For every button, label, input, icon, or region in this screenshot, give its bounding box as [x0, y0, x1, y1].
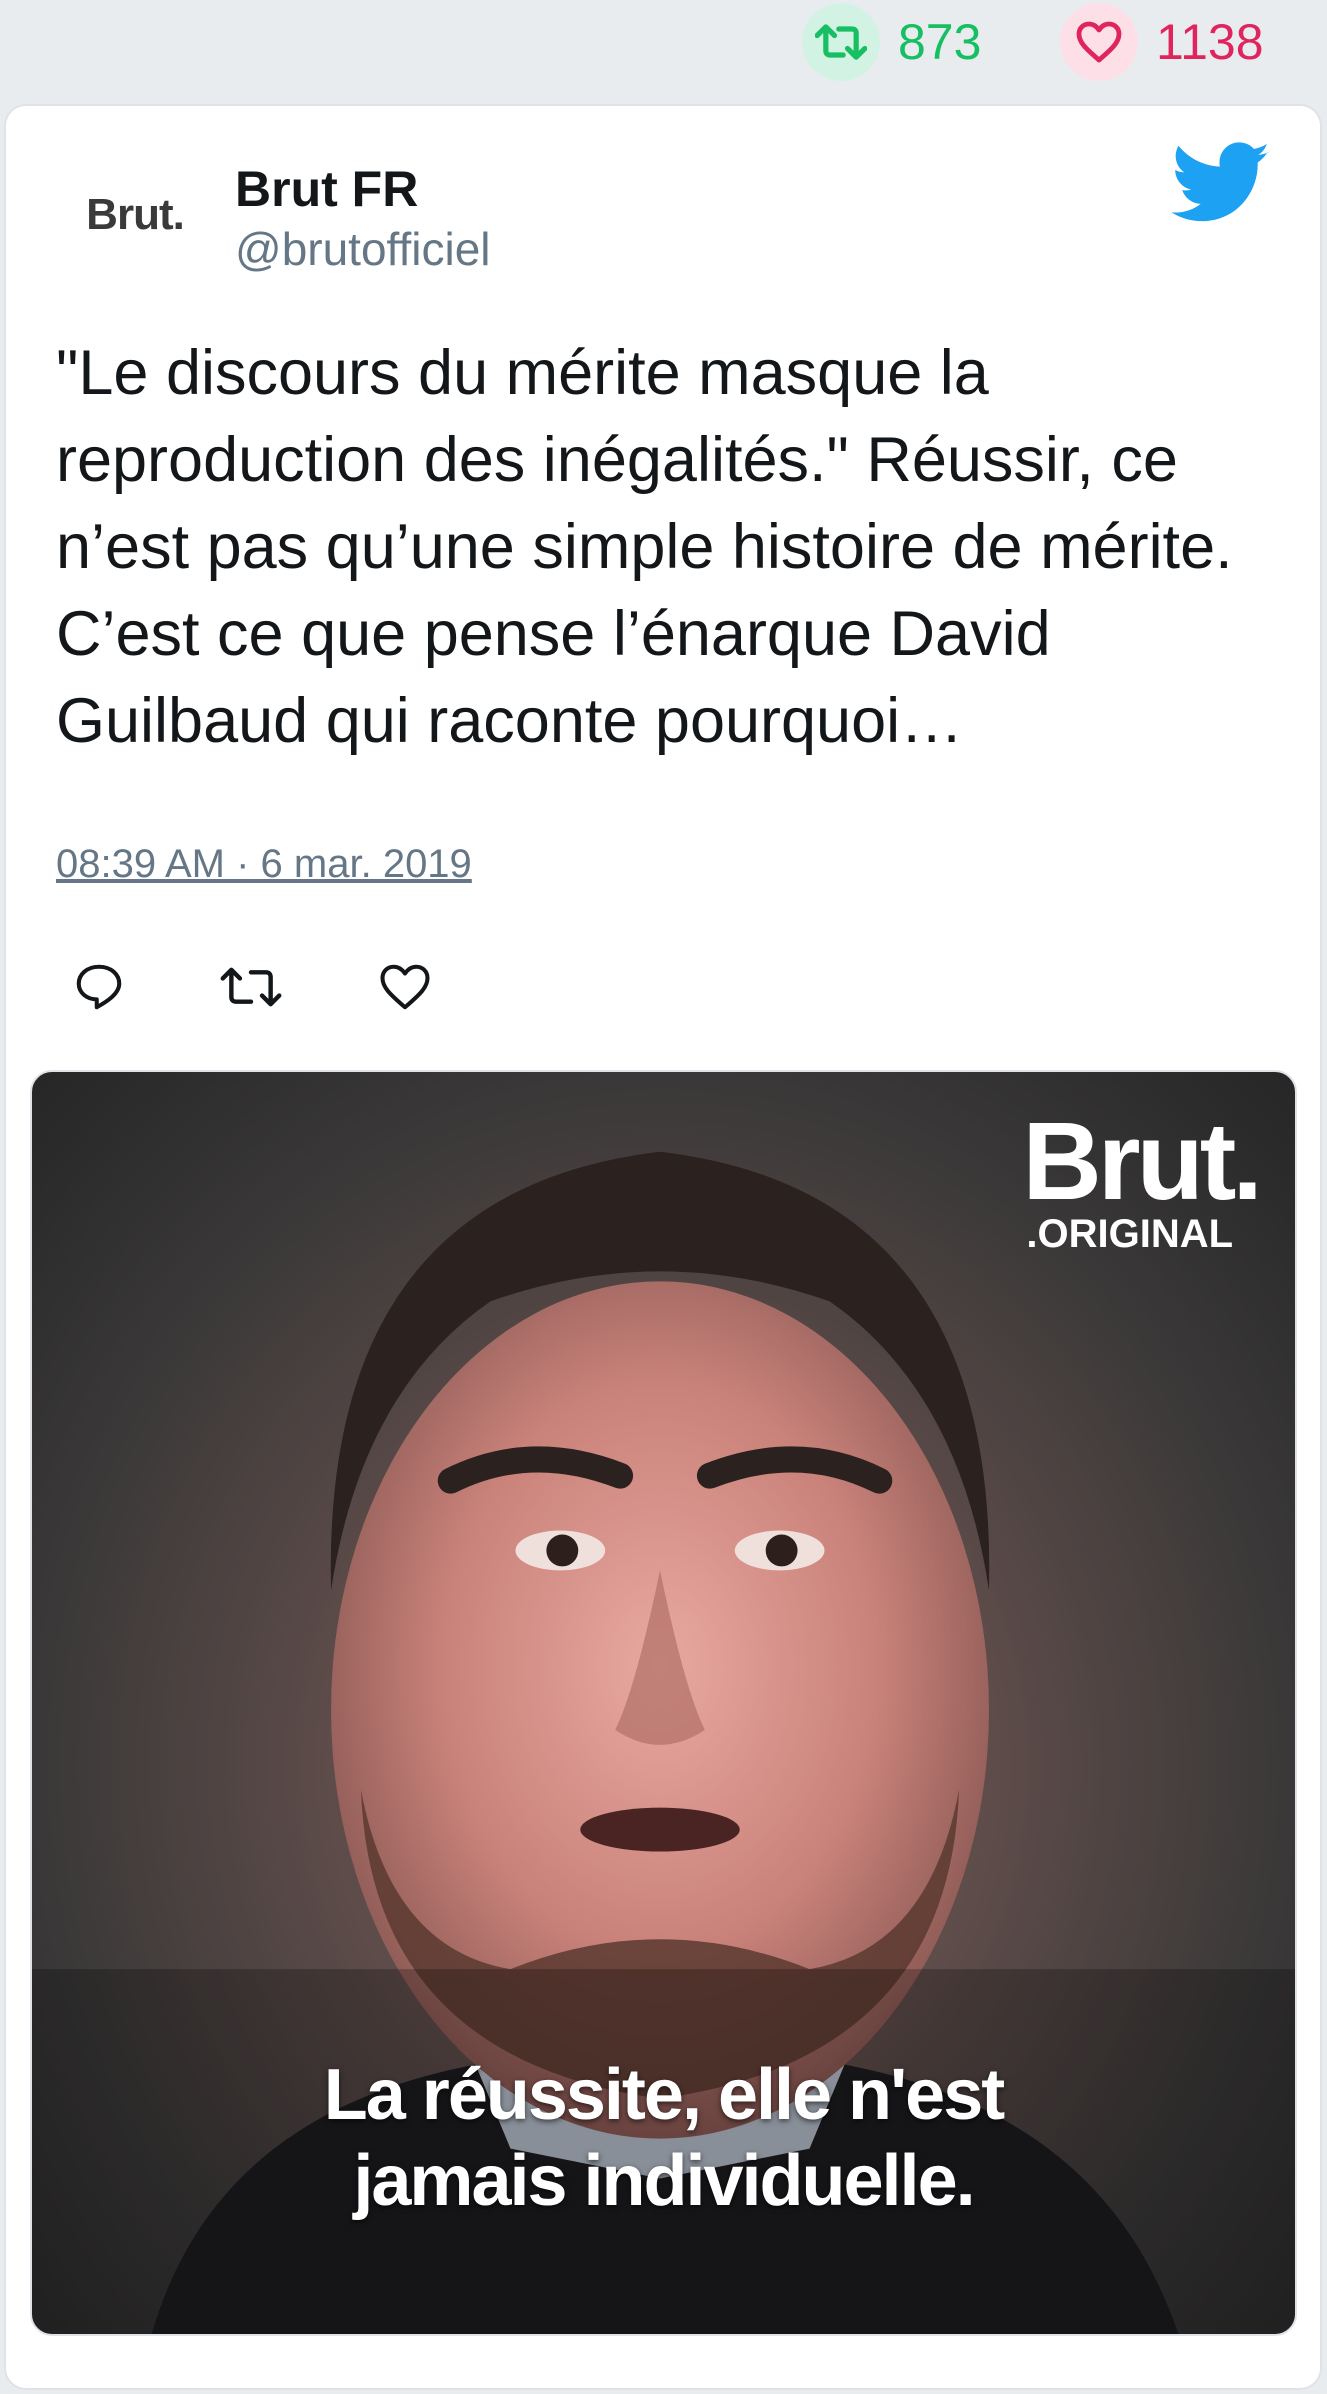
like-stat[interactable]: 1138	[1060, 2, 1264, 82]
like-icon	[380, 964, 430, 1010]
video-thumbnail[interactable]: Brut. .ORIGINAL La réussite, elle n'est …	[30, 1070, 1297, 2336]
video-caption: La réussite, elle n'est jamais individue…	[32, 2052, 1295, 2224]
twitter-bird-icon[interactable]	[1171, 142, 1272, 232]
caption-line-1: La réussite, elle n'est	[323, 2055, 1005, 2135]
heart-icon[interactable]	[1060, 3, 1138, 81]
user-handle[interactable]: @brutofficiel	[235, 222, 491, 276]
display-name[interactable]: Brut FR	[235, 160, 418, 218]
retweet-button[interactable]	[218, 960, 284, 1020]
reply-button[interactable]	[72, 960, 126, 1020]
caption-line-2: jamais individuelle.	[353, 2141, 975, 2221]
retweet-stat[interactable]: 873	[802, 2, 981, 82]
avatar-logo-text: Brut.	[86, 190, 185, 239]
reply-icon	[76, 964, 122, 1010]
brand-title: Brut.	[1022, 1100, 1263, 1223]
like-button[interactable]	[378, 960, 432, 1020]
retweet-count: 873	[898, 14, 982, 70]
retweet-icon	[220, 967, 282, 1007]
like-count: 1138	[1156, 14, 1264, 70]
tweet-text: "Le discours du mérite masque la reprodu…	[56, 338, 1233, 756]
tweet-timestamp[interactable]: 08:39 AM · 6 mar. 2019	[56, 842, 472, 887]
brand-subtitle: .ORIGINAL	[1026, 1212, 1234, 1256]
avatar[interactable]: Brut.	[60, 140, 210, 290]
engagement-bar: 873 1138	[0, 0, 1327, 100]
retweet-icon[interactable]	[802, 3, 880, 81]
brut-original-logo: Brut. .ORIGINAL	[1022, 1100, 1263, 1257]
